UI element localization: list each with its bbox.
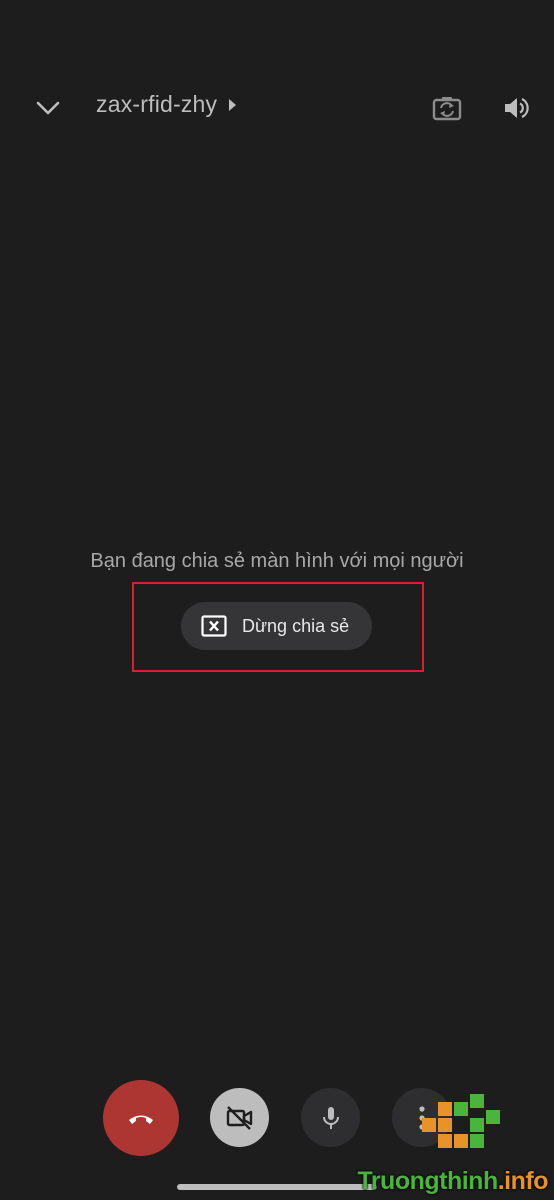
volume-up-icon — [505, 98, 529, 118]
caret-right-icon — [227, 97, 237, 113]
switch-camera-icon — [432, 97, 462, 121]
meeting-code: zax-rfid-zhy — [96, 91, 218, 117]
watermark-text-main: Truongthinh — [357, 1167, 498, 1195]
top-bar: zax-rfid-zhy — [0, 78, 554, 138]
speaker-button[interactable] — [496, 87, 538, 129]
sharing-status-text: Bạn đang chia sẻ màn hình với mọi người — [90, 550, 464, 572]
meet-screen: zax-rfid-zhy Bạn đang chia sẻ màn hình v… — [0, 0, 554, 1200]
hangup-button[interactable] — [103, 1080, 179, 1156]
switch-camera-button[interactable] — [426, 87, 468, 129]
watermark: Truongthinh.info — [352, 1092, 554, 1200]
stop-sharing-label: Dừng chia sẻ — [242, 615, 350, 636]
chevron-down-icon — [36, 101, 60, 115]
watermark-text-suffix: .info — [497, 1167, 549, 1195]
mic-icon — [322, 1106, 339, 1129]
stop-share-icon — [201, 615, 227, 637]
stop-sharing-button[interactable]: Dừng chia sẻ — [181, 602, 372, 650]
collapse-button[interactable] — [28, 88, 68, 128]
phone-hangup-icon — [129, 1115, 153, 1124]
home-indicator[interactable] — [177, 1184, 377, 1190]
watermark-logo-icon — [422, 1094, 500, 1148]
watermark-text: Truongthinh.info — [357, 1167, 548, 1196]
video-off-icon — [226, 1105, 252, 1130]
toggle-video-button[interactable] — [210, 1088, 269, 1147]
meeting-title-button[interactable]: zax-rfid-zhy — [96, 91, 237, 118]
